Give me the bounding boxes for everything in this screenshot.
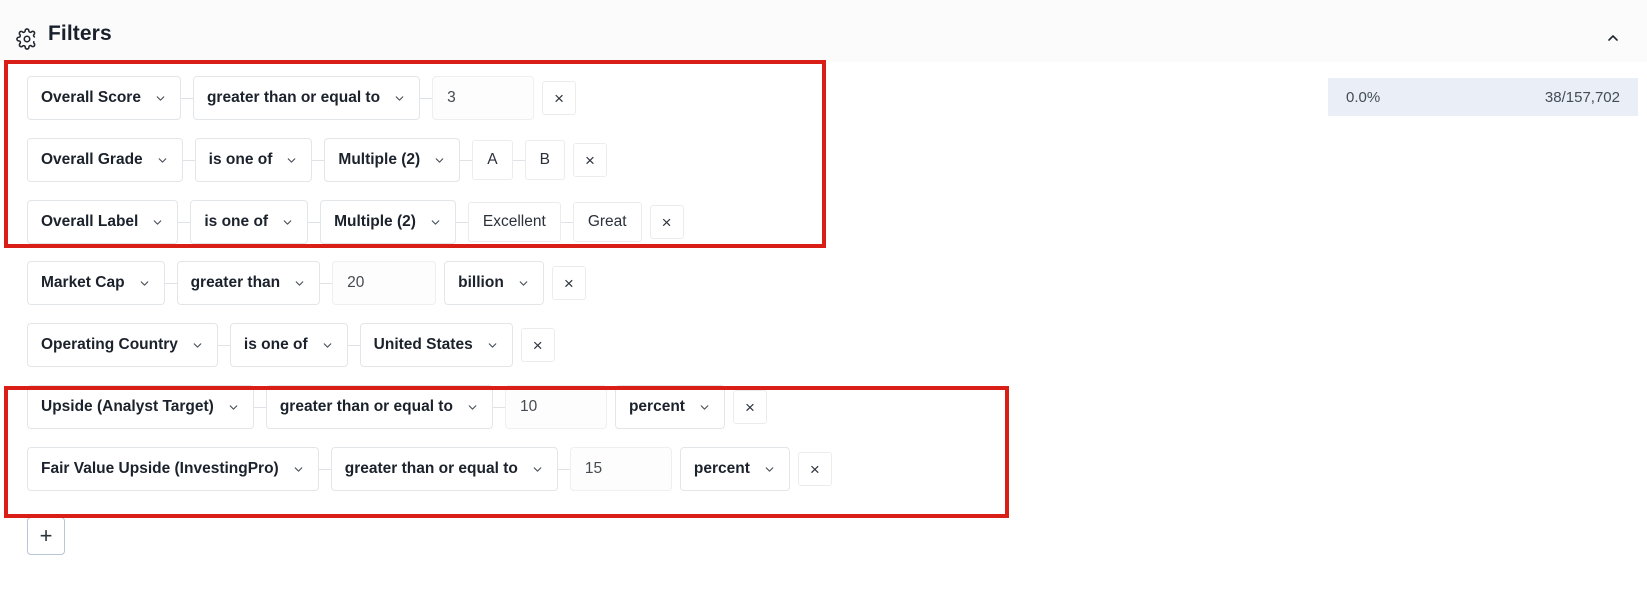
filter-value-select[interactable]: United States (359, 323, 513, 367)
chevron-down-icon (227, 401, 240, 414)
row-connector (253, 406, 266, 408)
filter-row: Overall Score greater than or equal to 3… (27, 76, 577, 120)
filter-row: Fair Value Upside (InvestingPro) greater… (27, 447, 832, 491)
filter-row: Market Cap greater than 20 billion × (27, 261, 586, 305)
chevron-down-icon (763, 463, 776, 476)
remove-filter-button[interactable]: × (732, 390, 767, 424)
filter-operator-select[interactable]: is one of (190, 200, 309, 244)
match-percent: 0.0% (1346, 88, 1381, 106)
filters-header: Filters (0, 0, 1647, 62)
filter-unit-select[interactable]: percent (679, 447, 790, 491)
chevron-down-icon (191, 339, 204, 352)
filter-row: Operating Country is one of United State… (27, 323, 555, 367)
chevron-down-icon (293, 277, 306, 290)
remove-filter-button[interactable]: × (797, 452, 832, 486)
filter-unit-select[interactable]: percent (614, 385, 725, 429)
remove-filter-button[interactable]: × (520, 328, 555, 362)
row-connector (460, 159, 473, 161)
close-icon: × (584, 150, 595, 170)
row-connector (455, 221, 468, 223)
chevron-down-icon (151, 216, 164, 229)
row-connector (347, 344, 360, 346)
filter-field-select[interactable]: Market Cap (27, 261, 165, 305)
chevron-up-icon[interactable] (1599, 24, 1627, 52)
chevron-down-icon (281, 216, 294, 229)
chevron-down-icon (531, 463, 544, 476)
filter-tag[interactable]: Great (572, 202, 642, 242)
chevron-down-icon (517, 277, 530, 290)
close-icon: × (809, 459, 820, 479)
row-connector (492, 406, 505, 408)
row-connector (164, 282, 177, 284)
row-connector (182, 159, 195, 161)
chevron-down-icon (154, 92, 167, 105)
filter-value-input[interactable]: 3 (432, 76, 535, 120)
filter-row: Upside (Analyst Target) greater than or … (27, 385, 767, 429)
close-icon: × (563, 273, 574, 293)
chevron-down-icon (393, 92, 406, 105)
remove-filter-button[interactable]: × (572, 143, 607, 177)
close-icon: × (554, 88, 565, 108)
chevron-down-icon (321, 339, 334, 352)
chevron-down-icon (698, 401, 711, 414)
filters-panel: Filters 0.0% 38/157,702 Overall Score gr… (0, 0, 1647, 609)
chevron-down-icon (433, 154, 446, 167)
row-connector (180, 97, 193, 99)
close-icon: × (661, 212, 672, 232)
filter-tag[interactable]: B (524, 140, 565, 180)
row-connector (557, 468, 570, 470)
chevron-down-icon (285, 154, 298, 167)
row-connector (312, 159, 325, 161)
page-title: Filters (48, 22, 112, 45)
row-connector (318, 468, 331, 470)
filter-operator-select[interactable]: is one of (229, 323, 348, 367)
row-connector (217, 344, 230, 346)
match-count: 38/157,702 (1544, 88, 1620, 106)
filter-tag[interactable]: Excellent (467, 202, 561, 242)
filter-operator-select[interactable]: is one of (194, 138, 313, 182)
filter-value-input[interactable]: 15 (569, 447, 672, 491)
chevron-down-icon (292, 463, 305, 476)
filter-operator-select[interactable]: greater than (176, 261, 321, 305)
filter-value-select[interactable]: Multiple (2) (320, 200, 456, 244)
filter-field-select[interactable]: Upside (Analyst Target) (27, 385, 254, 429)
row-connector (178, 221, 191, 223)
plus-icon: + (39, 523, 53, 548)
filter-field-select[interactable]: Overall Label (27, 200, 179, 244)
close-icon: × (744, 397, 755, 417)
filter-operator-select[interactable]: greater than or equal to (192, 76, 421, 120)
row-connector (308, 221, 321, 223)
chevron-down-icon (486, 339, 499, 352)
filter-field-select[interactable]: Overall Score (27, 76, 181, 120)
filter-unit-select[interactable]: billion (444, 261, 544, 305)
filter-value-select[interactable]: Multiple (2) (324, 138, 461, 182)
chevron-down-icon (138, 277, 151, 290)
close-icon: × (532, 335, 543, 355)
row-connector (560, 221, 573, 223)
filter-field-select[interactable]: Operating Country (27, 323, 218, 367)
filter-tag[interactable]: A (472, 140, 513, 180)
filter-row: Overall Grade is one of Multiple (2) A B (27, 138, 607, 182)
filter-row: Overall Label is one of Multiple (2) Exc… (27, 200, 684, 244)
filter-field-select[interactable]: Fair Value Upside (InvestingPro) (27, 447, 319, 491)
chevron-down-icon (466, 401, 479, 414)
gear-icon (12, 24, 42, 54)
filter-value-input[interactable]: 20 (332, 261, 437, 305)
filter-field-select[interactable]: Overall Grade (27, 138, 183, 182)
remove-filter-button[interactable]: × (542, 81, 577, 115)
filter-value-input[interactable]: 10 (504, 385, 607, 429)
remove-filter-button[interactable]: × (649, 205, 684, 239)
row-connector (420, 97, 433, 99)
filter-operator-select[interactable]: greater than or equal to (330, 447, 558, 491)
remove-filter-button[interactable]: × (551, 266, 586, 300)
row-connector (320, 282, 333, 284)
row-connector (512, 159, 525, 161)
filter-operator-select[interactable]: greater than or equal to (265, 385, 493, 429)
match-stats-badge: 0.0% 38/157,702 (1328, 78, 1638, 116)
chevron-down-icon (429, 216, 442, 229)
add-filter-button[interactable]: + (27, 517, 65, 555)
chevron-down-icon (156, 154, 169, 167)
